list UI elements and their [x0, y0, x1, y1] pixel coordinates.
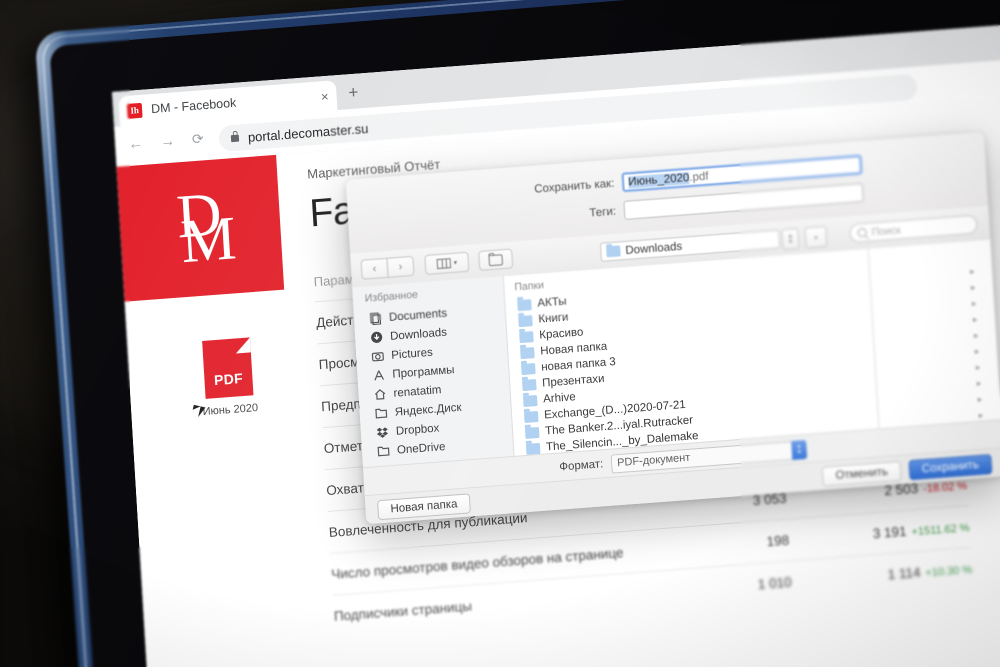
folder-icon	[518, 314, 533, 327]
pdf-file-icon: PDF	[202, 337, 254, 399]
favorites-item-label: renatatim	[393, 383, 442, 400]
column-view-icon	[436, 258, 451, 270]
reload-icon[interactable]: ⟳	[191, 130, 204, 147]
new-tab-icon[interactable]: +	[348, 83, 359, 103]
preview-column	[869, 240, 1000, 429]
folder-name: Arhive	[542, 391, 577, 406]
folder-column: Папки АКТы ▸ Книги ▸ Красиво ▸ Новая папка ▸ нов…	[504, 240, 1000, 487]
tab-favicon-icon: Ih	[126, 102, 143, 119]
folder-icon	[521, 362, 536, 375]
save-button[interactable]: Сохранить	[908, 453, 993, 480]
path-stepper[interactable]: ▴ ▾	[781, 227, 800, 251]
folder-icon	[524, 426, 540, 439]
tab-close-icon[interactable]: ×	[321, 88, 329, 104]
folder-icon	[523, 410, 539, 423]
dm-logo: D M	[162, 180, 236, 276]
back-icon[interactable]: ←	[128, 135, 144, 153]
favorites-sidebar: Избранное Documents Downloads Pictures Прог…	[352, 276, 515, 468]
search-placeholder: Поиск	[871, 223, 902, 238]
page-content: D M PDF Июнь 2020 Маркетинговый Отчёт Fa…	[116, 87, 1000, 667]
path-label: Downloads	[625, 240, 683, 257]
lock-icon	[230, 134, 240, 142]
applications-icon	[372, 368, 386, 382]
dialog-back-icon[interactable]: ‹	[360, 257, 389, 280]
address-bar-url: portal.decomaster.su	[247, 120, 369, 145]
stat-delta: +1511.62 %	[911, 521, 970, 539]
folder-name: Красиво	[539, 326, 584, 342]
save-as-label: Сохранить как:	[533, 177, 615, 196]
stat-compare-value: 1 114	[887, 564, 921, 583]
folder-name: Книги	[538, 311, 569, 326]
favorites-list: Documents Downloads Pictures Программы renat…	[354, 299, 514, 462]
chevron-down-icon: ▾	[453, 259, 458, 267]
forward-icon[interactable]: →	[160, 132, 176, 150]
dialog-extra-button[interactable]: •	[804, 225, 828, 249]
stepper-down-icon: ▾	[788, 237, 793, 246]
view-mode-button[interactable]: ▾	[424, 251, 470, 276]
logo-letter-m: M	[179, 203, 236, 276]
stat-compare-value: 3 191	[872, 523, 907, 542]
save-file-dialog[interactable]: Сохранить как: Июнь_2020.pdf Теги: ‹ ›	[345, 131, 1000, 525]
documents-icon	[369, 311, 383, 326]
folder-icon	[525, 442, 541, 455]
favorites-item-label: Documents	[388, 307, 448, 324]
home-icon	[373, 387, 387, 401]
favorites-item-label: Downloads	[389, 326, 448, 343]
cancel-button[interactable]: Отменить	[821, 460, 902, 487]
search-icon	[857, 227, 867, 238]
brand-sidebar: D M	[116, 154, 285, 302]
format-stepper-icon: ▴ ▾	[791, 439, 808, 460]
dropbox-icon	[376, 425, 390, 439]
new-folder-button[interactable]: Новая папка	[376, 492, 471, 520]
screenshot-stage: Ih DM - Facebook × + ← → ⟳ portal.decoma…	[0, 0, 1000, 667]
folder-icon	[606, 245, 621, 258]
folder-name: АКТы	[537, 295, 567, 310]
favorites-item-label: Яндекс.Диск	[394, 401, 462, 419]
tags-label: Теги:	[589, 205, 617, 220]
folder-icon	[517, 298, 532, 311]
tab-title: DM - Facebook	[150, 95, 237, 117]
format-arrow-down: ▾	[797, 449, 802, 456]
folder-icon	[377, 444, 391, 458]
dialog-forward-icon[interactable]: ›	[386, 255, 415, 278]
save-as-value-selected: Июнь_2020	[627, 171, 690, 189]
folder-icon	[521, 378, 537, 391]
pictures-icon	[371, 349, 385, 363]
stat-value: 1 010	[675, 560, 799, 612]
laptop-screen: Ih DM - Facebook × + ← → ⟳ portal.decoma…	[112, 12, 1000, 667]
stat-delta: -18.02 %	[922, 480, 968, 496]
dialog-search-input[interactable]: Поиск	[849, 214, 978, 244]
pdf-label: PDF	[213, 370, 244, 389]
stat-delta: +10.30 %	[925, 563, 973, 580]
favorites-item-label: Pictures	[390, 346, 434, 362]
folder-icon	[522, 394, 538, 407]
save-as-value-extension: .pdf	[688, 170, 709, 184]
favorites-item-label: Dropbox	[395, 421, 440, 438]
format-label: Формат:	[558, 458, 604, 474]
folder-icon	[520, 346, 535, 359]
downloads-icon	[370, 330, 384, 344]
format-value: PDF-документ	[616, 451, 691, 470]
favorites-item-label: OneDrive	[396, 440, 446, 457]
favorites-item-label: Программы	[392, 363, 455, 381]
folder-icon	[519, 330, 534, 343]
new-folder-toolbar-button[interactable]	[478, 248, 514, 271]
new-folder-icon	[488, 253, 504, 266]
folder-icon	[374, 406, 388, 420]
